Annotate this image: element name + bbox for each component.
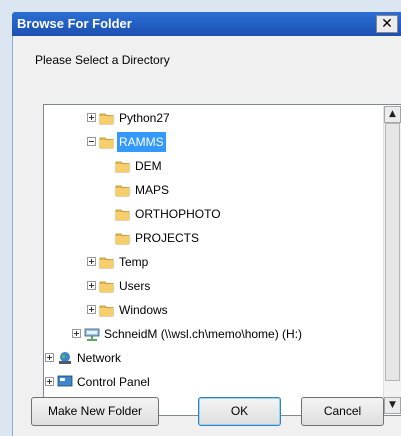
make-new-folder-button[interactable]: Make New Folder bbox=[31, 397, 159, 426]
close-button[interactable]: ✕ bbox=[376, 15, 398, 33]
tree-item-label: Windows bbox=[119, 303, 168, 317]
expand-icon[interactable] bbox=[72, 329, 81, 338]
dialog-window: Browse For Folder ✕ Please Select a Dire… bbox=[0, 0, 401, 436]
folder-icon bbox=[99, 110, 115, 126]
tree-item-label: MAPS bbox=[135, 183, 170, 197]
network-icon bbox=[57, 350, 73, 366]
tree-item[interactable]: DEM bbox=[44, 156, 380, 176]
expand-icon[interactable] bbox=[87, 113, 96, 122]
tree-item[interactable]: SchneidM (\\wsl.ch\memo\home) (H:) bbox=[44, 324, 380, 344]
tree-item[interactable]: PROJECTS bbox=[44, 228, 380, 248]
expand-icon[interactable] bbox=[87, 257, 96, 266]
folder-icon bbox=[115, 158, 131, 174]
vertical-scrollbar[interactable]: ▲ ▼ bbox=[383, 106, 401, 414]
scroll-up-button[interactable]: ▲ bbox=[384, 106, 401, 123]
folder-tree[interactable]: Python27 RAMMS DEM MAPS ORTHOPHOTO PROJECTS Te… bbox=[43, 104, 401, 416]
cancel-button[interactable]: Cancel bbox=[301, 397, 384, 426]
network-drive-icon bbox=[84, 326, 100, 342]
tree-item-label: RAMMS bbox=[117, 132, 166, 152]
title-bar[interactable]: Browse For Folder bbox=[12, 12, 401, 36]
expand-icon[interactable] bbox=[87, 305, 96, 314]
tree-item[interactable]: Python27 bbox=[44, 108, 380, 128]
scroll-thumb[interactable] bbox=[385, 123, 400, 381]
dialog-title: Browse For Folder bbox=[17, 16, 132, 31]
tree-item[interactable]: Windows bbox=[44, 300, 380, 320]
folder-icon bbox=[99, 254, 115, 270]
tree-item-label: SchneidM (\\wsl.ch\memo\home) (H:) bbox=[104, 327, 303, 341]
tree-item-label: Temp bbox=[119, 255, 149, 269]
expand-icon[interactable] bbox=[87, 281, 96, 290]
folder-icon bbox=[99, 302, 115, 318]
tree-item-label: Network bbox=[77, 351, 122, 365]
expand-icon[interactable] bbox=[45, 353, 54, 362]
folder-icon bbox=[115, 206, 131, 222]
tree-item-label: Python27 bbox=[119, 111, 170, 125]
tree-item[interactable]: Control Panel bbox=[44, 372, 380, 392]
tree-item-label: DEM bbox=[135, 159, 162, 173]
prompt-text: Please Select a Directory bbox=[35, 53, 170, 67]
tree-item-label: PROJECTS bbox=[135, 231, 200, 245]
tree-item[interactable]: MAPS bbox=[44, 180, 380, 200]
tree-item[interactable]: RAMMS bbox=[44, 132, 380, 152]
ok-button[interactable]: OK bbox=[198, 397, 281, 426]
tree-item-label: Users bbox=[119, 279, 151, 293]
tree-item[interactable]: Users bbox=[44, 276, 380, 296]
expand-icon[interactable] bbox=[45, 377, 54, 386]
collapse-icon[interactable] bbox=[87, 137, 96, 146]
folder-icon bbox=[115, 182, 131, 198]
tree-item[interactable]: Network bbox=[44, 348, 380, 368]
tree-item[interactable]: Temp bbox=[44, 252, 380, 272]
dialog-body: Please Select a Directory Python27 RAMMS D… bbox=[12, 36, 401, 436]
folder-icon bbox=[99, 134, 115, 150]
scroll-down-button[interactable]: ▼ bbox=[384, 397, 401, 414]
folder-icon bbox=[115, 230, 131, 246]
control-panel-icon bbox=[57, 374, 73, 390]
tree-item-label: Control Panel bbox=[77, 375, 150, 389]
tree-item[interactable]: ORTHOPHOTO bbox=[44, 204, 380, 224]
folder-icon bbox=[99, 278, 115, 294]
tree-item-label: ORTHOPHOTO bbox=[135, 207, 221, 221]
